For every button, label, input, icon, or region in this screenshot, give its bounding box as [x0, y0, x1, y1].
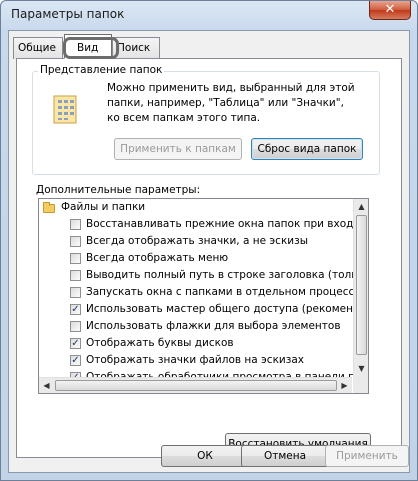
list-item-label: Выводить полный путь в строке заголовка … [86, 269, 361, 281]
tab-panel-view: Представление папок Можно применить вид,… [16, 58, 402, 458]
ok-label: ОК [197, 450, 213, 462]
apply-button[interactable]: Применить [325, 445, 409, 467]
cancel-label: Отмена [263, 450, 307, 462]
list-item-label: Всегда отображать меню [86, 252, 229, 264]
list-item-label: Использовать флажки для выбора элементов [86, 320, 341, 332]
cancel-button[interactable]: Отмена [241, 445, 329, 467]
scrollbar-corner [353, 377, 368, 393]
folder-options-window: Параметры папок ✕ Общие Поиск Вид Предст… [0, 0, 418, 481]
scroll-down-icon[interactable]: ▼ [354, 361, 368, 376]
list-item[interactable]: ✓ Использовать мастер общего доступа (ре… [39, 302, 361, 318]
scroll-thumb-vertical[interactable] [356, 215, 367, 355]
list-item[interactable]: Всегда отображать меню [39, 251, 361, 267]
list-item-label: Восстанавливать прежние окна папок при в… [86, 218, 361, 230]
advanced-settings-list[interactable]: Файлы и папки Восстанавливать прежние ок… [38, 198, 369, 394]
checkbox[interactable] [70, 236, 81, 247]
list-category: Файлы и папки [39, 200, 361, 216]
window-title: Параметры папок [11, 7, 125, 21]
tab-search-label: Поиск [117, 42, 151, 54]
checkbox[interactable]: ✓ [70, 304, 81, 315]
folder-icon [43, 202, 55, 213]
checkbox[interactable] [70, 253, 81, 264]
checkbox[interactable] [70, 219, 81, 230]
apply-to-folders-label: Применить к папкам [120, 143, 236, 155]
reset-folders-button[interactable]: Сброс вида папок [251, 138, 363, 160]
list-item-label: Всегда отображать значки, а не эскизы [86, 235, 308, 247]
scroll-up-icon[interactable]: ▲ [354, 199, 368, 214]
list-item-label: Отображать буквы дисков [86, 337, 234, 349]
scroll-left-icon[interactable]: ◀ [39, 378, 54, 393]
scroll-thumb-horizontal[interactable] [55, 380, 337, 391]
reset-folders-label: Сброс вида папок [257, 143, 357, 155]
ok-button[interactable]: ОК [161, 445, 249, 467]
tab-general-label: Общие [18, 42, 56, 54]
apply-label: Применить [336, 450, 398, 462]
list-item[interactable]: Использовать флажки для выбора элементов [39, 319, 361, 335]
scroll-right-icon[interactable]: ▶ [337, 378, 352, 393]
list-item[interactable]: Всегда отображать значки, а не эскизы [39, 234, 361, 250]
checkbox[interactable] [70, 287, 81, 298]
list-item[interactable]: ✓ Отображать буквы дисков [39, 336, 361, 352]
apply-to-folders-button[interactable]: Применить к папкам [114, 138, 242, 160]
tab-general[interactable]: Общие [13, 37, 63, 59]
advanced-settings-label: Дополнительные параметры: [36, 184, 201, 196]
checkbox[interactable]: ✓ [70, 338, 81, 349]
list-item-label: Отображать значки файлов на эскизах [86, 354, 304, 366]
checkbox[interactable] [70, 321, 81, 332]
close-icon: ✕ [384, 2, 396, 17]
horizontal-scrollbar[interactable]: ◀ ▶ [39, 377, 352, 393]
list-item[interactable]: Восстанавливать прежние окна папок при в… [39, 217, 361, 233]
folder-views-label: Представление папок [38, 64, 165, 76]
tab-view-highlight [63, 37, 119, 59]
checkbox[interactable] [70, 270, 81, 281]
list-item-label: Запускать окна с папками в отдельном про… [86, 286, 361, 298]
vertical-scrollbar[interactable]: ▲ ▼ [353, 199, 368, 377]
list-item-label: Использовать мастер общего доступа (реко… [86, 303, 361, 315]
folder-view-icon [52, 92, 82, 124]
list-item[interactable]: Запускать окна с папками в отдельном про… [39, 285, 361, 301]
close-button[interactable]: ✕ [369, 1, 411, 20]
list-item[interactable]: ✓ Отображать значки файлов на эскизах [39, 353, 361, 369]
dialog-client: Общие Поиск Вид Представление папок Можн… [8, 30, 410, 473]
category-label: Файлы и папки [61, 201, 146, 213]
tab-search[interactable]: Поиск [112, 37, 160, 59]
title-bar[interactable]: Параметры папок ✕ [1, 1, 417, 29]
checkbox[interactable]: ✓ [70, 355, 81, 366]
list-item[interactable]: Выводить полный путь в строке заголовка … [39, 268, 361, 284]
folder-views-description: Можно применить вид, выбранный для этой … [107, 82, 355, 124]
